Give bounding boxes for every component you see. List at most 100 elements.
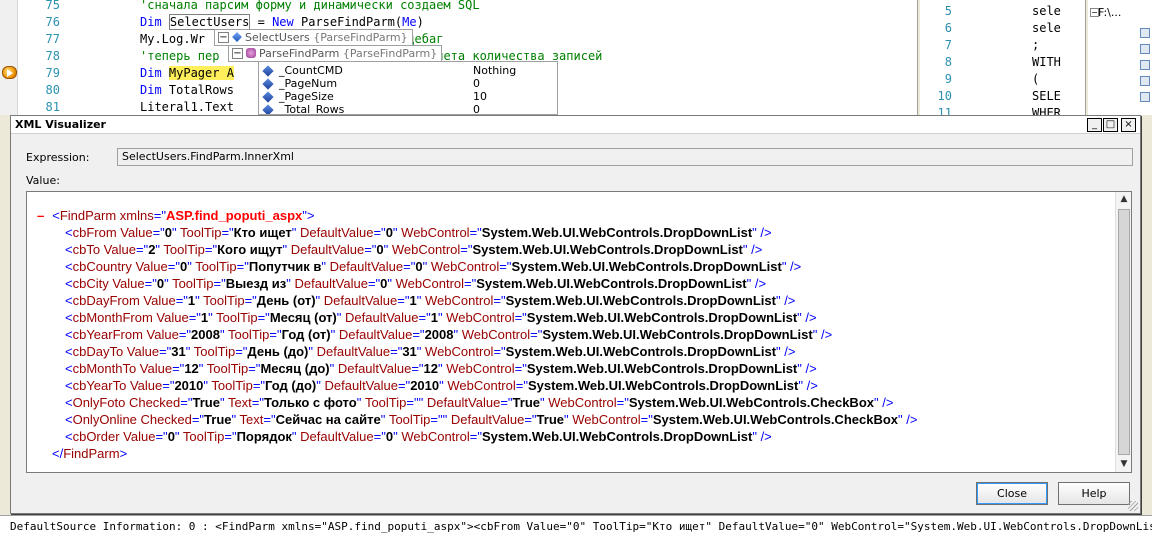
- tree-file-icon[interactable]: [1140, 44, 1150, 54]
- editor-gutter[interactable]: [0, 0, 18, 115]
- close-button[interactable]: Close: [976, 482, 1048, 505]
- tree-file-icon[interactable]: [1140, 76, 1150, 86]
- xml-attr: DefaultValue: [320, 293, 398, 308]
- datatip-type: {ParseFindParm}: [342, 47, 438, 60]
- xml-attr: WebControl: [397, 225, 470, 240]
- xml-element-line[interactable]: <OnlyFoto Checked="True" Text="Только с …: [37, 394, 917, 411]
- xml-eq: =": [403, 259, 416, 274]
- xml-value: True: [192, 395, 220, 410]
- code-line[interactable]: 75 'сначала парсим форму и динамически со…: [18, 0, 480, 14]
- xml-value: Порядок: [236, 429, 292, 444]
- xml-element-line[interactable]: <cbDayFrom Value="1" ToolTip="День (от)"…: [37, 292, 917, 309]
- xml-eq: =": [373, 225, 386, 240]
- datatip-parsefindparm[interactable]: − ParseFindParm {ParseFindParm}: [228, 45, 443, 62]
- xml-element-line[interactable]: <OnlyOnline Checked="True" Text="Сейчас …: [37, 411, 917, 428]
- datatip-selectusers[interactable]: − SelectUsers {ParseFindParm}: [214, 29, 413, 46]
- maximize-button[interactable]: □: [1103, 118, 1118, 132]
- xml-element-line[interactable]: <cbCountry Value="0" ToolTip="Попутчик в…: [37, 258, 917, 275]
- xml-bracket: </: [52, 446, 64, 461]
- tree-root-label[interactable]: F:\...: [1098, 6, 1121, 19]
- xml-eq: =": [221, 225, 234, 240]
- minimize-button[interactable]: _: [1087, 118, 1102, 132]
- xml-eq: =": [244, 293, 257, 308]
- code-line[interactable]: 7;: [920, 37, 1039, 54]
- code-line[interactable]: 9(: [920, 71, 1039, 88]
- xml-element-line[interactable]: <cbDayTo Value="31" ToolTip="День (до)" …: [37, 343, 917, 360]
- xml-element-line[interactable]: <cbYearFrom Value="2008" ToolTip="Год (о…: [37, 326, 917, 343]
- member-name: _Total_Rows: [279, 103, 345, 115]
- xml-value: Попутчик в: [248, 259, 322, 274]
- xml-element-line[interactable]: <cbTo Value="2" ToolTip="Кого ищут" Defa…: [37, 241, 917, 258]
- close-icon[interactable]: ×: [1121, 118, 1136, 132]
- xml-tag: cbTo: [72, 242, 101, 257]
- right-code-editor[interactable]: 5 sele 6 sele 7; 8 WITH 9(10 SELE 11 WHER: [920, 0, 1086, 115]
- xml-eq: =": [175, 293, 188, 308]
- dialog-titlebar[interactable]: XML Visualizer _ □ ×: [11, 116, 1140, 134]
- xml-eq: =": [514, 361, 527, 376]
- xml-attr: WebControl: [544, 395, 617, 410]
- xml-attr: Value: [126, 378, 163, 393]
- solution-explorer[interactable]: − F:\...: [1088, 0, 1152, 115]
- xml-element-line[interactable]: <cbMonthFrom Value="1" ToolTip="Месяц (о…: [37, 309, 917, 326]
- code-editor[interactable]: 75 'сначала парсим форму и динамически со…: [0, 0, 918, 115]
- code-line[interactable]: 10 SELE: [920, 88, 1061, 105]
- expand-icon[interactable]: −: [218, 32, 229, 43]
- xml-eq: =": [178, 327, 192, 342]
- resize-grip-icon[interactable]: [1128, 501, 1138, 511]
- expression-field[interactable]: SelectUsers.FindParm.InnerXml: [117, 148, 1133, 166]
- tree-file-icon[interactable]: [1140, 92, 1150, 102]
- xml-attr: Checked: [125, 395, 181, 410]
- tree-file-icon[interactable]: [1140, 28, 1150, 38]
- xml-eq: =": [367, 276, 381, 291]
- xml-element-line[interactable]: <cbCity Value="0" ToolTip="Выезд из" Def…: [37, 275, 917, 292]
- xml-eq: =": [493, 293, 506, 308]
- xml-element-line[interactable]: <cbMonthTo Value="12" ToolTip="Месяц (до…: [37, 360, 917, 377]
- xml-attr: Value: [123, 344, 160, 359]
- datatip-member-row[interactable]: _Total_Rows 0: [259, 103, 557, 115]
- datatip-member-row[interactable]: _PageNum 0: [259, 77, 557, 90]
- code-token: sele: [1032, 21, 1061, 35]
- datatip-member-row[interactable]: _CountCMD Nothing: [259, 64, 557, 77]
- code-line[interactable]: 11 WHER: [920, 105, 1061, 115]
- vertical-scrollbar[interactable]: ▲ ▼: [1115, 192, 1131, 472]
- xml-value: Кто ищет: [233, 225, 292, 240]
- tree-file-icon[interactable]: [1140, 60, 1150, 70]
- collapse-icon[interactable]: –: [37, 208, 44, 223]
- scroll-down-icon[interactable]: ▼: [1117, 457, 1131, 472]
- class-icon: [246, 48, 256, 58]
- xml-element-line[interactable]: <cbYearTo Value="2010" ToolTip="Год (до)…: [37, 377, 917, 394]
- code-line[interactable]: 8 WITH: [920, 54, 1061, 71]
- code-token: 'сначала парсим форму и динамически созд…: [140, 0, 480, 12]
- xml-eq: =": [213, 276, 226, 291]
- xml-attr: ToolTip: [203, 361, 249, 376]
- expand-icon[interactable]: −: [232, 48, 243, 59]
- scroll-up-icon[interactable]: ▲: [1117, 192, 1131, 207]
- output-window-line[interactable]: DefaultSource Information: 0 : <FindParm…: [0, 515, 1152, 538]
- xml-bracket: <: [65, 344, 73, 359]
- xml-value: System.Web.UI.WebControls.DropDownList: [526, 361, 798, 376]
- help-button[interactable]: Help: [1058, 482, 1130, 505]
- xml-element-line[interactable]: <cbOrder Value="0" ToolTip="Порядок" Def…: [37, 428, 917, 445]
- datatip-members[interactable]: _CountCMD Nothing _PageNum 0 _PageSize 10 _Tot…: [258, 61, 558, 115]
- xml-element-line[interactable]: <cbFrom Value="0" ToolTip="Кто ищет" Def…: [37, 224, 917, 241]
- xml-attr: Text: [236, 412, 264, 427]
- xml-value: Год (до): [265, 378, 317, 393]
- code-line[interactable]: 80 Dim TotalRows: [18, 82, 234, 99]
- xml-attr: ToolTip: [212, 310, 258, 325]
- xml-tag: cbMonthFrom: [72, 310, 153, 325]
- xml-root-line[interactable]: – <FindParm xmlns="ASP.find_poputi_aspx">: [37, 207, 917, 224]
- code-line[interactable]: 79 Dim MyPager A: [18, 65, 234, 82]
- datatip-member-row[interactable]: _PageSize 10: [259, 90, 557, 103]
- code-line[interactable]: 5 sele: [920, 3, 1061, 20]
- xml-value-view[interactable]: – <FindParm xmlns="ASP.find_poputi_aspx">…: [26, 191, 1132, 473]
- xml-attr: WebControl: [421, 293, 494, 308]
- xml-attr: ToolTip: [208, 378, 253, 393]
- xml-root-close-line[interactable]: </FindParm>: [37, 445, 917, 462]
- xml-value: 2010: [410, 378, 440, 393]
- code-line[interactable]: 81 Literal1.Text: [18, 99, 234, 115]
- scroll-thumb[interactable]: [1118, 209, 1130, 455]
- code-line[interactable]: 6 sele: [920, 20, 1061, 37]
- xml-bracket: />: [747, 242, 763, 257]
- xml-eq: =": [135, 242, 149, 257]
- xml-eq: =": [524, 412, 537, 427]
